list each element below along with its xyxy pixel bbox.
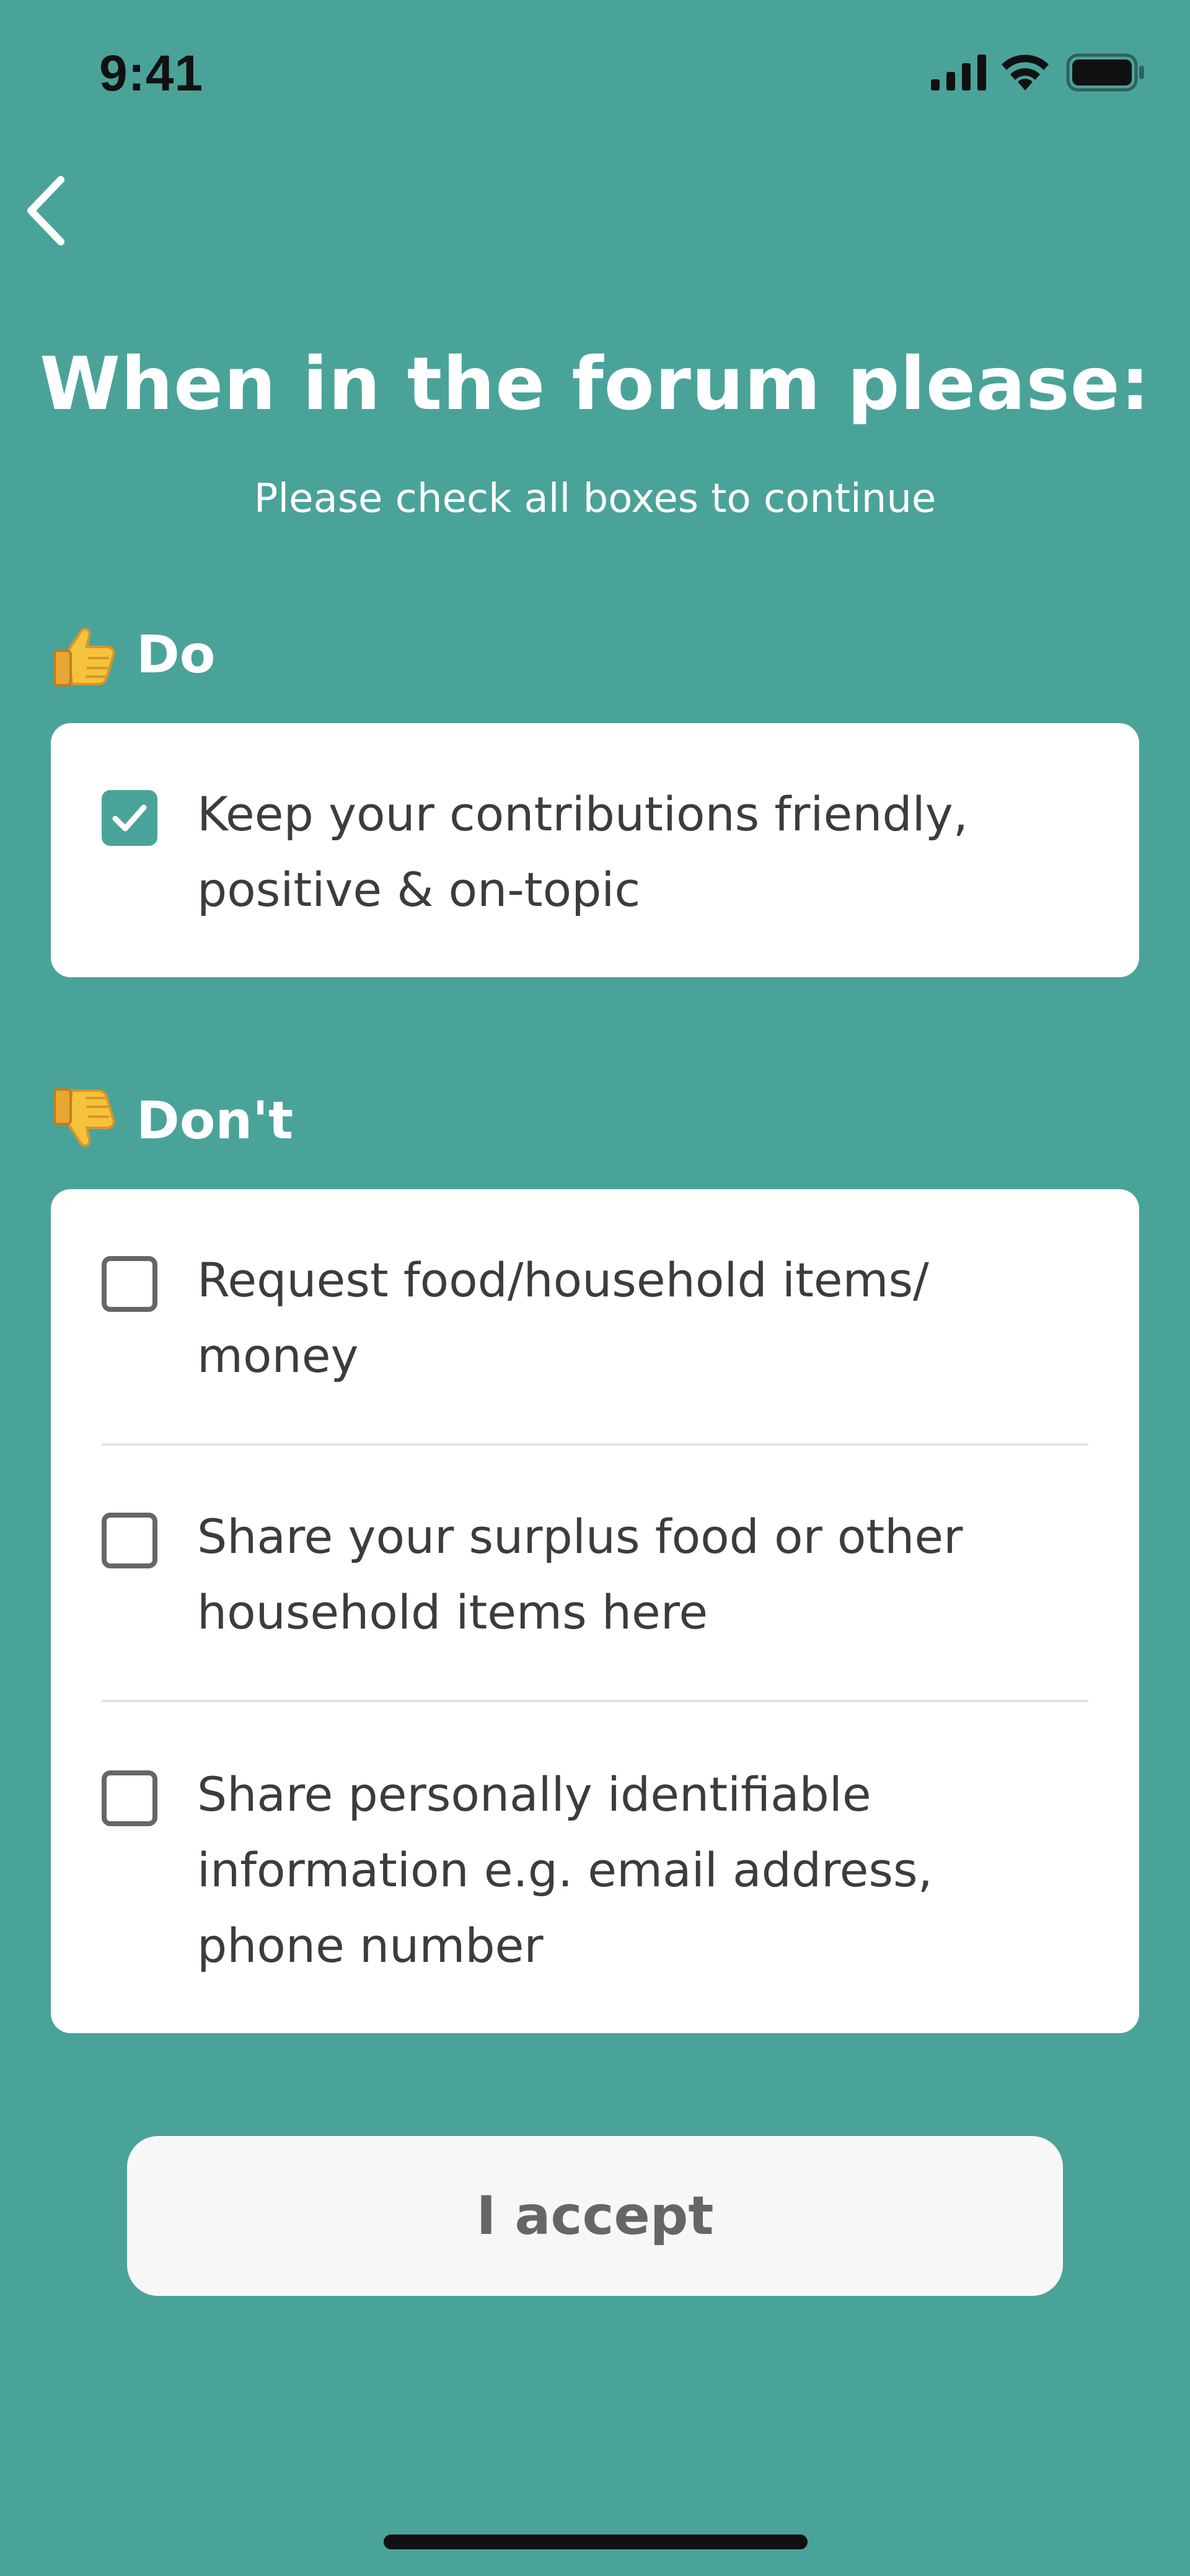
status-time: 9:41 <box>99 45 204 102</box>
page-subtitle: Please check all boxes to continue <box>253 476 937 522</box>
page-title: When in the forum please: <box>39 341 1150 426</box>
thumbs-up-icon <box>53 628 115 687</box>
dont-rule-item-2[interactable]: Share your surplus food or other househo… <box>102 1509 1088 1650</box>
checkmark-icon <box>112 804 147 832</box>
home-indicator <box>384 2534 808 2549</box>
do-rule-label: Keep your contributions friendly, positi… <box>197 786 968 917</box>
do-rule-checkbox[interactable] <box>102 790 157 846</box>
dont-rule-item-3[interactable]: Share personally identifiable informatio… <box>102 1767 1088 1984</box>
dont-rule-label-3: Share personally identifiable informatio… <box>197 1767 933 1973</box>
back-button[interactable] <box>22 174 72 248</box>
dont-rule-checkbox-2[interactable] <box>102 1513 157 1568</box>
dont-rule-checkbox-1[interactable] <box>102 1256 157 1312</box>
dont-section-heading: Don't <box>50 1086 293 1155</box>
dont-heading-label: Don't <box>136 1090 294 1151</box>
do-heading-label: Do <box>136 624 216 685</box>
dont-rule-item-1[interactable]: Request food/household items/ money <box>102 1252 1088 1394</box>
dont-rule-label-1: Request food/household items/ money <box>197 1252 929 1383</box>
divider <box>102 1700 1088 1702</box>
do-card: Keep your contributions friendly, positi… <box>51 723 1139 977</box>
do-rule-item[interactable]: Keep your contributions friendly, positi… <box>102 786 1088 928</box>
dont-rule-label-2: Share your surplus food or other househo… <box>197 1509 963 1640</box>
dont-rule-checkbox-3[interactable] <box>102 1770 157 1826</box>
thumbs-down-icon <box>53 1088 115 1147</box>
chevron-left-icon <box>27 176 64 245</box>
cellular-signal-icon <box>931 55 986 90</box>
dont-card: Request food/household items/ money Shar… <box>51 1189 1139 2033</box>
wifi-icon <box>1002 55 1049 90</box>
do-section-heading: Do <box>50 620 215 689</box>
divider <box>102 1443 1088 1446</box>
battery-icon <box>1066 53 1144 92</box>
accept-button[interactable]: I accept <box>127 2136 1063 2296</box>
